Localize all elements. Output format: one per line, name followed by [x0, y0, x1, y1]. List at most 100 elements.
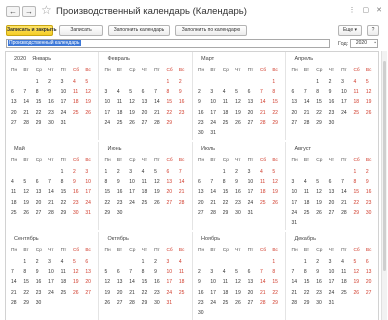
day-cell[interactable]: 21 — [260, 289, 272, 299]
day-cell[interactable]: 19 — [235, 109, 247, 119]
day-cell[interactable]: 23 — [366, 199, 378, 209]
day-cell[interactable]: 16 — [117, 188, 129, 198]
day-cell[interactable]: 22 — [36, 109, 48, 119]
day-cell[interactable]: 19 — [85, 98, 97, 108]
day-cell[interactable]: 26 — [235, 299, 247, 309]
day-cell[interactable]: 10 — [129, 178, 141, 188]
day-cell[interactable]: 29 — [316, 119, 328, 129]
day-cell[interactable]: 29 — [353, 209, 365, 219]
day-cell[interactable]: 28 — [23, 119, 35, 129]
day-cell[interactable]: 11 — [179, 268, 191, 278]
day-cell[interactable]: 24 — [210, 299, 222, 309]
day-cell[interactable]: 21 — [341, 199, 353, 209]
day-cell[interactable]: 19 — [366, 98, 378, 108]
day-cell[interactable]: 1 — [353, 168, 365, 178]
day-cell[interactable]: 11 — [73, 88, 85, 98]
day-cell[interactable]: 15 — [272, 98, 284, 108]
day-cell[interactable]: 17 — [292, 199, 304, 209]
day-cell[interactable]: 30 — [366, 209, 378, 219]
day-cell[interactable]: 20 — [36, 199, 48, 209]
day-cell[interactable]: 29 — [36, 119, 48, 129]
day-cell[interactable]: 2 — [329, 78, 341, 88]
day-cell[interactable]: 19 — [316, 199, 328, 209]
day-cell[interactable]: 29 — [272, 119, 284, 129]
day-cell[interactable]: 17 — [248, 188, 260, 198]
day-cell[interactable]: 22 — [223, 199, 235, 209]
day-cell[interactable]: 12 — [73, 268, 85, 278]
day-cell[interactable]: 28 — [210, 209, 222, 219]
day-cell[interactable]: 12 — [272, 178, 284, 188]
day-cell[interactable]: 24 — [210, 119, 222, 129]
day-cell[interactable]: 30 — [48, 119, 60, 129]
day-cell[interactable]: 30 — [117, 209, 129, 219]
day-cell[interactable]: 7 — [48, 178, 60, 188]
day-cell[interactable]: 25 — [341, 289, 353, 299]
day-cell[interactable]: 4 — [341, 258, 353, 268]
day-cell[interactable]: 14 — [48, 188, 60, 198]
day-cell[interactable]: 16 — [73, 188, 85, 198]
day-cell[interactable]: 17 — [85, 188, 97, 198]
day-cell[interactable]: 13 — [248, 98, 260, 108]
day-cell[interactable]: 27 — [329, 209, 341, 219]
day-cell[interactable]: 10 — [292, 188, 304, 198]
day-cell[interactable]: 25 — [260, 199, 272, 209]
day-cell[interactable]: 13 — [366, 268, 378, 278]
day-cell[interactable]: 30 — [154, 299, 166, 309]
day-cell[interactable]: 19 — [272, 188, 284, 198]
day-cell[interactable]: 14 — [11, 278, 23, 288]
day-cell[interactable]: 27 — [198, 209, 210, 219]
day-cell[interactable]: 5 — [235, 268, 247, 278]
day-cell[interactable]: 29 — [142, 299, 154, 309]
day-cell[interactable]: 9 — [366, 178, 378, 188]
day-cell[interactable]: 2 — [198, 88, 210, 98]
help-button[interactable]: ? — [367, 25, 379, 36]
day-cell[interactable]: 13 — [85, 268, 97, 278]
day-cell[interactable]: 18 — [260, 188, 272, 198]
day-cell[interactable]: 16 — [235, 188, 247, 198]
day-cell[interactable]: 5 — [105, 268, 117, 278]
day-cell[interactable]: 7 — [292, 268, 304, 278]
day-cell[interactable]: 3 — [48, 258, 60, 268]
day-cell[interactable]: 6 — [11, 88, 23, 98]
day-cell[interactable]: 21 — [129, 289, 141, 299]
day-cell[interactable]: 26 — [105, 299, 117, 309]
day-cell[interactable]: 2 — [73, 168, 85, 178]
day-cell[interactable]: 26 — [129, 119, 141, 129]
day-cell[interactable]: 17 — [210, 109, 222, 119]
day-cell[interactable]: 4 — [61, 258, 73, 268]
day-cell[interactable]: 9 — [154, 268, 166, 278]
day-cell[interactable]: 22 — [61, 199, 73, 209]
forward-button[interactable]: → — [22, 6, 36, 17]
day-cell[interactable]: 23 — [154, 289, 166, 299]
day-cell[interactable]: 22 — [272, 289, 284, 299]
day-cell[interactable]: 20 — [198, 199, 210, 209]
day-cell[interactable]: 18 — [117, 109, 129, 119]
day-cell[interactable]: 30 — [329, 119, 341, 129]
day-cell[interactable]: 26 — [73, 289, 85, 299]
day-cell[interactable]: 26 — [154, 199, 166, 209]
day-cell[interactable]: 10 — [105, 98, 117, 108]
day-cell[interactable]: 10 — [329, 268, 341, 278]
day-cell[interactable]: 27 — [117, 299, 129, 309]
day-cell[interactable]: 28 — [48, 209, 60, 219]
day-cell[interactable]: 12 — [105, 278, 117, 288]
day-cell[interactable]: 13 — [11, 98, 23, 108]
name-field[interactable]: Производственный календарь — [6, 39, 330, 48]
day-cell[interactable]: 19 — [353, 278, 365, 288]
day-cell[interactable]: 21 — [23, 109, 35, 119]
day-cell[interactable]: 24 — [329, 289, 341, 299]
day-cell[interactable]: 4 — [260, 168, 272, 178]
day-cell[interactable]: 2 — [48, 78, 60, 88]
day-cell[interactable]: 20 — [166, 188, 178, 198]
day-cell[interactable]: 6 — [142, 88, 154, 98]
day-cell[interactable]: 18 — [304, 199, 316, 209]
day-cell[interactable]: 8 — [23, 268, 35, 278]
day-cell[interactable]: 15 — [272, 278, 284, 288]
day-cell[interactable]: 20 — [142, 109, 154, 119]
day-cell[interactable]: 15 — [36, 98, 48, 108]
day-cell[interactable]: 26 — [23, 209, 35, 219]
day-cell[interactable]: 17 — [329, 278, 341, 288]
day-cell[interactable]: 1 — [61, 168, 73, 178]
day-cell[interactable]: 15 — [23, 278, 35, 288]
day-cell[interactable]: 13 — [248, 278, 260, 288]
